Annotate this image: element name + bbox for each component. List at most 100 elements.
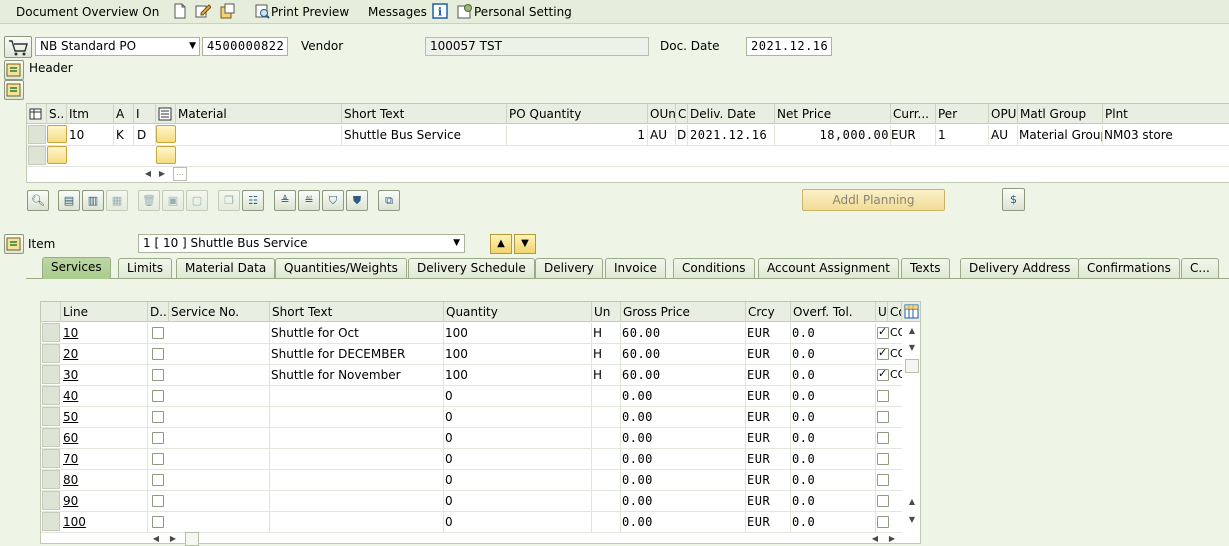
row-selector[interactable] [42, 428, 60, 447]
col-per[interactable]: Per [936, 104, 989, 124]
col-currency[interactable]: Crcy [746, 302, 791, 322]
previous-item-button[interactable]: ▲ [490, 234, 512, 254]
service-number-cell[interactable] [169, 344, 270, 365]
col-unit[interactable]: Un [592, 302, 621, 322]
details-button[interactable]: 🔍︎ [27, 190, 49, 211]
unlimited-checkbox[interactable] [877, 390, 889, 402]
vertical-scroll-thumb[interactable] [905, 359, 919, 373]
tab-more[interactable]: C... [1181, 258, 1219, 278]
tab-account-assignment[interactable]: Account Assignment [758, 258, 899, 278]
service-unit[interactable]: H [592, 344, 621, 365]
service-quantity[interactable]: 0 [444, 512, 592, 533]
next-item-button[interactable]: ▼ [514, 234, 536, 254]
messages-button[interactable]: Messages [368, 3, 427, 21]
service-currency[interactable]: EUR [746, 344, 791, 365]
col-short-text[interactable]: Short Text [342, 104, 507, 124]
service-quantity[interactable]: 100 [444, 365, 592, 386]
service-quantity[interactable]: 0 [444, 449, 592, 470]
service-currency[interactable]: EUR [746, 407, 791, 428]
service-gross-price[interactable]: 0.00 [621, 512, 746, 533]
tab-delivery-address[interactable]: Delivery Address [960, 258, 1080, 278]
service-currency[interactable]: EUR [746, 491, 791, 512]
service-number-cell[interactable] [169, 407, 270, 428]
matl-group-cell[interactable]: Material Group... [1018, 125, 1103, 146]
col-net-price[interactable]: Net Price [775, 104, 891, 124]
table-settings-icon[interactable] [27, 104, 47, 124]
service-line-number[interactable]: 80 [63, 470, 148, 491]
filter-button[interactable]: ⛉ [322, 190, 344, 211]
service-line-number[interactable]: 70 [63, 449, 148, 470]
service-number-cell[interactable] [169, 449, 270, 470]
status-cell[interactable] [47, 125, 67, 143]
material-cell[interactable] [176, 125, 342, 146]
sort-ascending-button[interactable]: ≜ [274, 190, 296, 211]
service-co-cell[interactable]: CO [890, 344, 902, 365]
service-overf-tol[interactable]: 0.0 [791, 365, 876, 386]
service-line-number[interactable]: 10 [63, 323, 148, 344]
col-po-quantity[interactable]: PO Quantity [507, 104, 648, 124]
item-collapse-button[interactable] [4, 234, 24, 254]
deselect-button[interactable]: ▦ [106, 190, 128, 211]
date-category-cell[interactable]: D [676, 125, 688, 146]
service-quantity[interactable]: 0 [444, 470, 592, 491]
service-gross-price[interactable]: 60.00 [621, 365, 746, 386]
account-assignment-cat[interactable]: K [114, 125, 134, 146]
service-currency[interactable]: EUR [746, 449, 791, 470]
service-co-cell[interactable] [890, 512, 902, 533]
service-number-cell[interactable] [169, 428, 270, 449]
unlimited-checkbox[interactable] [877, 367, 889, 381]
col-material-icon[interactable] [156, 104, 176, 124]
col-matl-group[interactable]: Matl Group [1018, 104, 1103, 124]
service-number-cell[interactable] [169, 470, 270, 491]
service-quantity[interactable]: 0 [444, 386, 592, 407]
service-line-number[interactable]: 100 [63, 512, 148, 533]
select-block-button[interactable]: ▥ [82, 190, 104, 211]
insert-row-button[interactable]: ☷ [242, 190, 264, 211]
col-service-no[interactable]: Service No. [169, 302, 270, 322]
document-overview-button[interactable]: Document Overview On [16, 3, 159, 21]
unlimited-checkbox[interactable] [877, 325, 889, 339]
material-lookup-cell[interactable] [156, 125, 176, 143]
service-unit[interactable]: H [592, 323, 621, 344]
col-opu[interactable]: OPU [989, 104, 1018, 124]
tab-quantities-weights[interactable]: Quantities/Weights [275, 258, 407, 278]
row-selector[interactable] [42, 344, 60, 363]
service-gross-price[interactable]: 0.00 [621, 407, 746, 428]
unlimited-checkbox[interactable] [877, 411, 889, 423]
service-currency[interactable]: EUR [746, 386, 791, 407]
service-unit[interactable] [592, 407, 621, 428]
tab-material-data[interactable]: Material Data [176, 258, 276, 278]
service-currency[interactable]: EUR [746, 365, 791, 386]
service-currency[interactable]: EUR [746, 428, 791, 449]
service-co-cell[interactable] [890, 428, 902, 449]
unlock-button[interactable]: ▢ [186, 190, 208, 211]
row-selector[interactable] [28, 125, 46, 144]
col-plnt[interactable]: Plnt [1103, 104, 1229, 124]
row-selector[interactable] [42, 407, 60, 426]
service-quantity[interactable]: 0 [444, 491, 592, 512]
scroll-bottom-icon[interactable]: ▼ [905, 513, 919, 527]
scroll-left-icon[interactable]: ◀ [141, 167, 155, 181]
service-short-text[interactable] [270, 491, 444, 512]
unlimited-checkbox[interactable] [877, 474, 889, 486]
vendor-field[interactable]: 100057 TST [425, 37, 649, 56]
service-overf-tol[interactable]: 0.0 [791, 386, 876, 407]
services-scroll-end-left-icon[interactable]: ◀ [868, 532, 882, 546]
net-price-cell[interactable]: 18,000.00 [775, 125, 891, 146]
currency-cell[interactable]: EUR [891, 125, 936, 146]
service-unit[interactable]: H [592, 365, 621, 386]
service-number-cell[interactable] [169, 323, 270, 344]
select-all-button[interactable]: ▤ [58, 190, 80, 211]
other-document-icon[interactable] [219, 3, 235, 19]
row-selector[interactable] [42, 512, 60, 531]
unlimited-checkbox[interactable] [877, 432, 889, 444]
service-unit[interactable] [592, 512, 621, 533]
order-price-unit-cell[interactable]: AU [989, 125, 1018, 146]
service-line-number[interactable]: 20 [63, 344, 148, 365]
scroll-down-page-icon[interactable]: ▼ [905, 341, 919, 355]
col-itm[interactable]: Itm [67, 104, 114, 124]
unlimited-checkbox[interactable] [877, 453, 889, 465]
deletion-checkbox[interactable] [152, 327, 164, 339]
tab-texts[interactable]: Texts [901, 258, 950, 278]
unlimited-checkbox[interactable] [877, 516, 889, 528]
